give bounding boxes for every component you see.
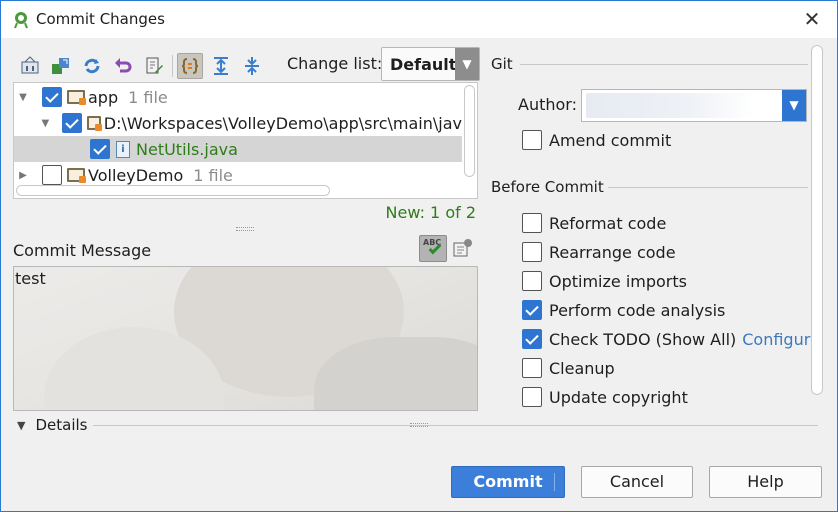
options-scrollbar[interactable] (811, 45, 823, 395)
chevron-down-icon[interactable]: ▼ (782, 90, 806, 121)
module-folder-icon (67, 90, 86, 105)
git-section-title: Git (491, 55, 513, 73)
folder-icon (86, 116, 102, 131)
tree-row-label: NetUtils.java (136, 139, 238, 159)
close-button[interactable]: ✕ (801, 8, 823, 30)
edit-source-icon[interactable] (141, 53, 167, 79)
module-folder-icon (67, 168, 86, 183)
author-value (586, 93, 754, 118)
author-combobox[interactable]: ▼ (581, 89, 807, 122)
configure-link[interactable]: Configure (742, 330, 820, 349)
expand-all-icon[interactable] (208, 53, 234, 79)
cancel-button[interactable]: Cancel (581, 466, 693, 498)
option-label: Perform code analysis (549, 300, 726, 320)
tree-row-file[interactable]: i NetUtils.java (14, 136, 462, 162)
commit-message-text: test (15, 269, 46, 288)
tree-row-count: 1 file (128, 87, 168, 107)
android-studio-icon (14, 12, 28, 29)
perform-code-analysis-option[interactable]: Perform code analysis (522, 299, 725, 321)
cancel-button-label: Cancel (609, 472, 665, 491)
option-label: Reformat code (549, 213, 667, 233)
reformat-code-checkbox[interactable] (522, 213, 542, 233)
changes-toolbar (17, 53, 270, 79)
section-divider (608, 187, 808, 188)
rollback-icon[interactable] (110, 53, 136, 79)
update-copyright-option[interactable]: Update copyright (522, 386, 688, 408)
tree-row-count: 1 file (193, 165, 233, 185)
rearrange-code-checkbox[interactable] (522, 242, 542, 262)
commit-message-label: Commit Message (13, 241, 152, 260)
optimize-imports-option[interactable]: Optimize imports (522, 270, 687, 292)
reformat-code-option[interactable]: Reformat code (522, 212, 666, 234)
changelist-value: Default (390, 55, 457, 74)
group-by-directory-icon[interactable] (177, 53, 203, 79)
rearrange-code-option[interactable]: Rearrange code (522, 241, 676, 263)
changes-tree: ▼ app 1 file ▼ D:\Workspaces\VolleyDemo\… (13, 82, 478, 199)
update-copyright-checkbox[interactable] (522, 387, 542, 407)
tree-row-label: app (88, 87, 119, 107)
tree-row-directory[interactable]: ▼ D:\Workspaces\VolleyDemo\app\src\main\… (14, 110, 462, 136)
tree-vertical-scrollbar[interactable] (464, 85, 475, 177)
amend-commit-checkbox[interactable] (522, 130, 542, 150)
collapsed-arrow-icon[interactable]: ▶ (17, 170, 29, 181)
author-label: Author: (518, 95, 577, 114)
tree-row-app[interactable]: ▼ app 1 file (14, 84, 462, 110)
expanded-arrow-icon[interactable]: ▼ (41, 118, 50, 129)
option-label: Rearrange code (549, 242, 676, 262)
amend-commit-label: Amend commit (549, 130, 672, 150)
perform-code-analysis-checkbox[interactable] (522, 300, 542, 320)
tree-checkbox[interactable] (42, 87, 62, 107)
show-diff-icon[interactable] (17, 53, 43, 79)
option-label: Update copyright (549, 387, 688, 407)
cleanup-checkbox[interactable] (522, 358, 542, 378)
expanded-arrow-icon[interactable]: ▼ (17, 92, 29, 103)
tree-horizontal-scrollbar[interactable] (16, 185, 330, 196)
java-file-icon: i (116, 140, 130, 158)
details-label: Details (35, 416, 88, 434)
commit-message-input[interactable]: test (13, 266, 478, 411)
spellcheck-icon[interactable]: ABC (419, 235, 447, 262)
details-splitter-handle[interactable] (410, 423, 428, 427)
tree-checkbox[interactable] (42, 165, 62, 185)
refresh-icon[interactable] (79, 53, 105, 79)
toolbar-separator (172, 55, 173, 77)
check-todo-checkbox[interactable] (522, 329, 542, 349)
changelist-dropdown[interactable]: Default ▼ (381, 47, 480, 81)
tree-checkbox[interactable] (90, 139, 110, 159)
tree-checkbox[interactable] (61, 113, 82, 133)
move-to-changelist-icon[interactable] (48, 53, 74, 79)
optimize-imports-checkbox[interactable] (522, 271, 542, 291)
collapse-all-icon[interactable] (239, 53, 265, 79)
option-label: Optimize imports (549, 271, 687, 291)
tree-row-label: D:\Workspaces\VolleyDemo\app\src\main\ja… (103, 113, 462, 133)
before-commit-title: Before Commit (491, 178, 604, 196)
chevron-down-icon[interactable]: ▼ (455, 48, 479, 80)
help-button-label: Help (747, 472, 784, 491)
expand-arrow-icon: ▼ (17, 418, 26, 432)
message-history-icon[interactable] (453, 238, 473, 258)
section-divider (520, 64, 808, 65)
title-bar: Commit Changes ✕ (0, 0, 838, 38)
details-toggle[interactable]: ▼ Details (17, 416, 87, 434)
changelist-label: Change list: (287, 54, 383, 73)
help-button[interactable]: Help (709, 466, 822, 498)
option-label: Cleanup (549, 358, 615, 378)
commit-button[interactable]: Commit (451, 466, 565, 498)
tree-row-label: VolleyDemo (88, 165, 184, 185)
splitter-handle[interactable] (236, 227, 254, 231)
window-title: Commit Changes (36, 10, 165, 28)
option-label: Check TODO (Show All) (549, 329, 737, 349)
new-files-count: New: 1 of 2 (385, 203, 476, 222)
amend-commit-option[interactable]: Amend commit (522, 129, 671, 151)
cleanup-option[interactable]: Cleanup (522, 357, 615, 379)
details-divider (93, 425, 818, 426)
check-todo-option[interactable]: Check TODO (Show All) Configure (522, 328, 820, 350)
commit-button-label: Commit (473, 472, 543, 491)
